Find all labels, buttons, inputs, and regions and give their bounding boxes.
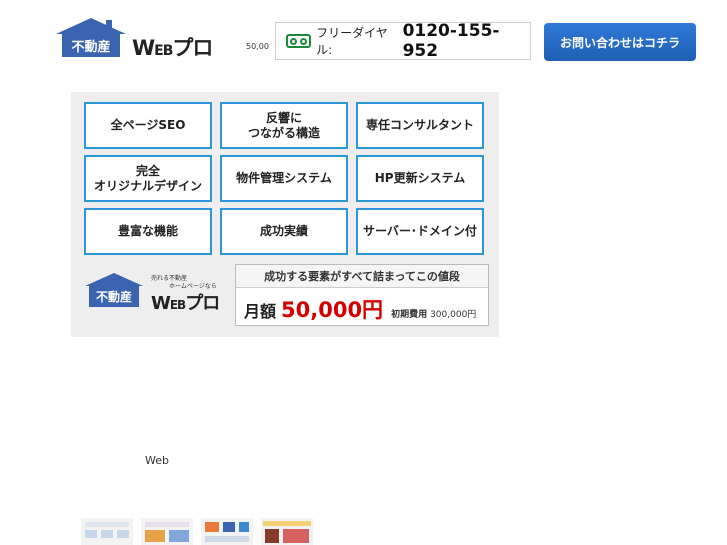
- monthly-amount: 50,000円: [281, 298, 384, 322]
- feature-cell: 完全 オリジナルデザイン: [84, 155, 212, 202]
- feature-cell: 反響に つながる構造: [220, 102, 348, 149]
- price-headline: 成功する要素がすべて詰まってこの値段: [236, 265, 488, 288]
- banner-logo-brand: WEBプロ: [151, 293, 220, 314]
- thumbnail-image[interactable]: [141, 518, 193, 545]
- banner-logo: 売れる不動産 ホームページなら 不動産 WEBプロ: [85, 267, 225, 323]
- feature-cell: 豊富な機能: [84, 208, 212, 255]
- site-logo[interactable]: 不動産 WEBプロ: [56, 18, 226, 62]
- initial-fee-amount: 300,000円: [430, 310, 477, 320]
- thumbnail-image[interactable]: [81, 518, 133, 545]
- feature-cell: 物件管理システム: [220, 155, 348, 202]
- feature-cell: 成功実績: [220, 208, 348, 255]
- contact-button[interactable]: お問い合わせはコチラ: [544, 23, 696, 61]
- freedial-number: 0120-155-952: [402, 21, 500, 61]
- thumbnail-image[interactable]: [261, 518, 313, 545]
- house-logo-icon: 不動産: [56, 18, 126, 60]
- banner-logo-house-text: 不動産: [89, 285, 139, 307]
- logo-house-text: 不動産: [62, 33, 120, 57]
- initial-fee-label: 初期費用: [391, 310, 428, 320]
- feature-banner[interactable]: 全ページSEO 反響に つながる構造 専任コンサルタント 完全 オリジナルデザイン …: [71, 92, 499, 337]
- feature-cell: HP更新システム: [356, 155, 484, 202]
- feature-cell: サーバー･ドメイン付: [356, 208, 484, 255]
- monthly-label: 月額: [244, 302, 277, 321]
- feature-cell: 専任コンサルタント: [356, 102, 484, 149]
- feature-cell: 全ページSEO: [84, 102, 212, 149]
- price-snippet: 50,00: [246, 42, 269, 51]
- price-box: 成功する要素がすべて詰まってこの値段 月額 50,000円 初期費用 300,0…: [235, 264, 489, 326]
- web-text: Web: [145, 454, 169, 467]
- freedial-icon: [286, 34, 312, 48]
- logo-brand: WEBプロ: [132, 36, 213, 60]
- thumbnail-image[interactable]: [201, 518, 253, 545]
- freedial-box[interactable]: フリーダイヤル: 0120-155-952: [275, 21, 531, 61]
- house-logo-icon: 不動産: [85, 273, 143, 313]
- freedial-label: フリーダイヤル:: [316, 26, 388, 57]
